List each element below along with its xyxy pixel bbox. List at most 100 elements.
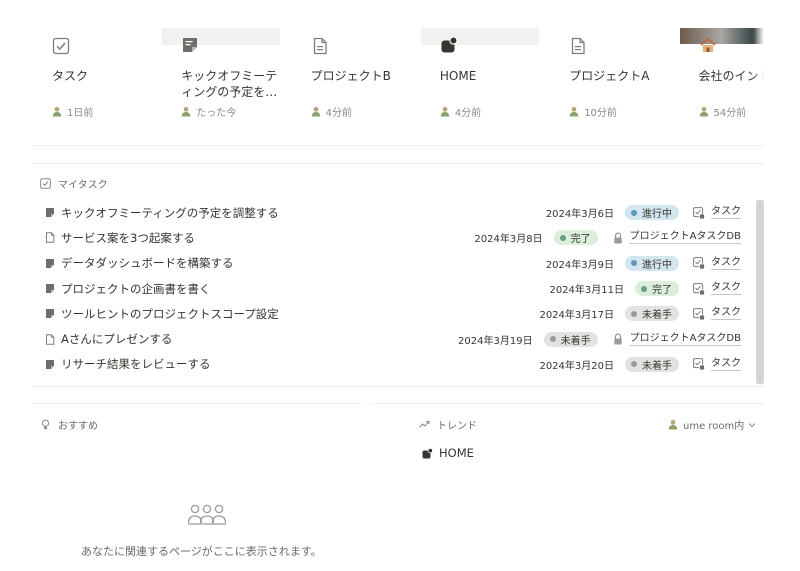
relation-link[interactable]: タスク: [693, 206, 741, 220]
home-page-icon: [440, 36, 458, 54]
status-label: 完了: [570, 234, 591, 246]
recent-page-card[interactable]: タスク 1日前: [33, 28, 151, 128]
task-name[interactable]: リサーチ結果をレビューする: [61, 356, 211, 372]
task-title-cell: ツールヒントのプロジェクトスコープ設定: [45, 306, 279, 322]
status-badge[interactable]: 進行中: [625, 205, 679, 221]
recommend-title: おすすめ: [58, 421, 98, 432]
card-time: 1日前: [67, 108, 94, 119]
note-icon: [45, 308, 55, 319]
user-icon: [668, 419, 678, 430]
relation-link[interactable]: タスク: [693, 282, 741, 296]
task-row[interactable]: サービス案を3つ起案する 2024年3月8日 完了 プロジェクトAタスクDB: [33, 225, 753, 250]
workspace-selector[interactable]: ume room内: [668, 417, 756, 432]
page-icon: [45, 232, 55, 244]
task-date: 2024年3月6日: [545, 209, 614, 221]
divider: [33, 403, 363, 404]
page-icon: [45, 333, 55, 345]
status-badge[interactable]: 完了: [553, 230, 598, 246]
task-db-icon: [693, 257, 705, 270]
recent-page-card[interactable]: キックオフミーティングの予定を… たった今: [162, 28, 281, 128]
recent-page-card[interactable]: プロジェクトA 10分前: [550, 28, 669, 128]
page-cover: [420, 28, 539, 45]
relation-label: タスク: [711, 307, 741, 321]
task-row[interactable]: ツールヒントのプロジェクトスコープ設定 2024年3月17日 未着手 タスク: [33, 301, 753, 326]
relation-link[interactable]: タスク: [693, 358, 741, 371]
card-meta: 10分前: [569, 104, 617, 119]
recent-page-card[interactable]: HOME 4分前: [420, 28, 539, 128]
divider: [33, 163, 764, 164]
task-name[interactable]: サービス案を3つ起案する: [61, 230, 195, 246]
task-row[interactable]: データダッシュボードを構築する 2024年3月9日 進行中 タスク: [33, 251, 753, 276]
trend-item-label: HOME: [439, 446, 474, 460]
task-title-cell: データダッシュボードを構築する: [45, 255, 234, 271]
task-name[interactable]: ツールヒントのプロジェクトスコープ設定: [61, 306, 279, 322]
card-time: 4分前: [454, 108, 482, 119]
trend-icon: [419, 419, 430, 430]
relation-link[interactable]: プロジェクトAタスクDB: [612, 333, 741, 346]
task-name[interactable]: データダッシュボードを構築する: [61, 255, 234, 271]
lock-icon: [612, 333, 624, 345]
status-dot: [631, 260, 637, 267]
status-dot: [631, 209, 637, 216]
status-badge[interactable]: 未着手: [625, 356, 679, 372]
task-props: 2024年3月8日 完了 プロジェクトAタスクDB: [474, 230, 741, 246]
user-icon: [569, 106, 579, 117]
task-props: 2024年3月19日 未着手 プロジェクトAタスクDB: [458, 331, 741, 347]
trend-item-home[interactable]: HOME: [422, 446, 474, 460]
task-row[interactable]: Aさんにプレゼンする 2024年3月19日 未着手 プロジェクトAタスクDB: [33, 326, 753, 351]
status-dot: [549, 336, 556, 343]
status-badge[interactable]: 完了: [635, 281, 679, 297]
recent-pages: タスク 1日前 キックオフミーティングの予定を… たった今 プロジェクトB 4分前 HOME…: [33, 28, 764, 128]
task-list-scrollbar[interactable]: [756, 200, 764, 384]
status-label: 未着手: [642, 360, 672, 372]
relation-link[interactable]: プロジェクトAタスクDB: [612, 231, 741, 245]
scrollbar-thumb[interactable]: [756, 200, 764, 384]
page-cover: [162, 28, 281, 45]
relation-link[interactable]: タスク: [693, 307, 741, 321]
status-badge[interactable]: 未着手: [543, 331, 598, 347]
card-title: プロジェクトA: [569, 69, 650, 83]
task-name[interactable]: Aさんにプレゼンする: [61, 331, 172, 347]
task-title-cell: キックオフミーティングの予定を調整する: [45, 205, 279, 221]
task-props: 2024年3月9日 進行中 タスク: [546, 255, 741, 271]
status-badge[interactable]: 進行中: [625, 255, 679, 271]
workspace-label: ume room内: [683, 421, 745, 432]
task-date: 2024年3月8日: [474, 234, 543, 246]
task-date: 2024年3月11日: [549, 285, 624, 297]
task-date: 2024年3月17日: [539, 310, 614, 322]
task-name[interactable]: プロジェクトの企画書を書く: [61, 281, 211, 297]
task-props: 2024年3月17日 未着手 タスク: [539, 306, 741, 322]
photo-cover-icon: [699, 36, 717, 54]
card-time: 54分前: [713, 108, 747, 119]
checkbox-icon: [52, 37, 70, 55]
task-row[interactable]: プロジェクトの企画書を書く 2024年3月11日 完了 タスク: [33, 276, 753, 301]
relation-label: タスク: [711, 206, 741, 220]
note-icon: [45, 283, 55, 294]
task-name[interactable]: キックオフミーティングの予定を調整する: [61, 205, 279, 221]
status-label: 進行中: [642, 209, 672, 221]
card-title: プロジェクトB: [310, 69, 391, 83]
card-meta: 4分前: [311, 104, 352, 119]
status-dot: [559, 234, 566, 241]
chevron-down-icon: [748, 421, 756, 429]
task-row[interactable]: キックオフミーティングの予定を調整する 2024年3月6日 進行中 タスク: [33, 200, 753, 225]
card-time: 4分前: [325, 108, 352, 119]
recent-page-card[interactable]: プロジェクトB 4分前: [291, 28, 410, 128]
task-props: 2024年3月6日 進行中 タスク: [545, 205, 741, 221]
task-db-icon: [693, 206, 705, 219]
divider: [370, 403, 764, 404]
checkbox-icon: [40, 178, 51, 189]
trend-header: トレンド: [419, 417, 477, 432]
task-db-icon: [693, 307, 705, 320]
relation-label: タスク: [711, 256, 741, 270]
note-icon: [45, 359, 55, 370]
task-row[interactable]: リサーチ結果をレビューする 2024年3月20日 未着手 タスク: [33, 352, 753, 377]
relation-label: タスク: [711, 357, 741, 371]
status-badge[interactable]: 未着手: [625, 306, 679, 322]
task-props: 2024年3月11日 完了 タスク: [549, 281, 741, 297]
recent-page-card[interactable]: 会社のイントイト54分前: [679, 28, 764, 128]
relation-link[interactable]: タスク: [693, 257, 741, 270]
page-icon: [569, 37, 587, 55]
user-icon: [181, 106, 191, 117]
task-date: 2024年3月20日: [539, 360, 614, 372]
